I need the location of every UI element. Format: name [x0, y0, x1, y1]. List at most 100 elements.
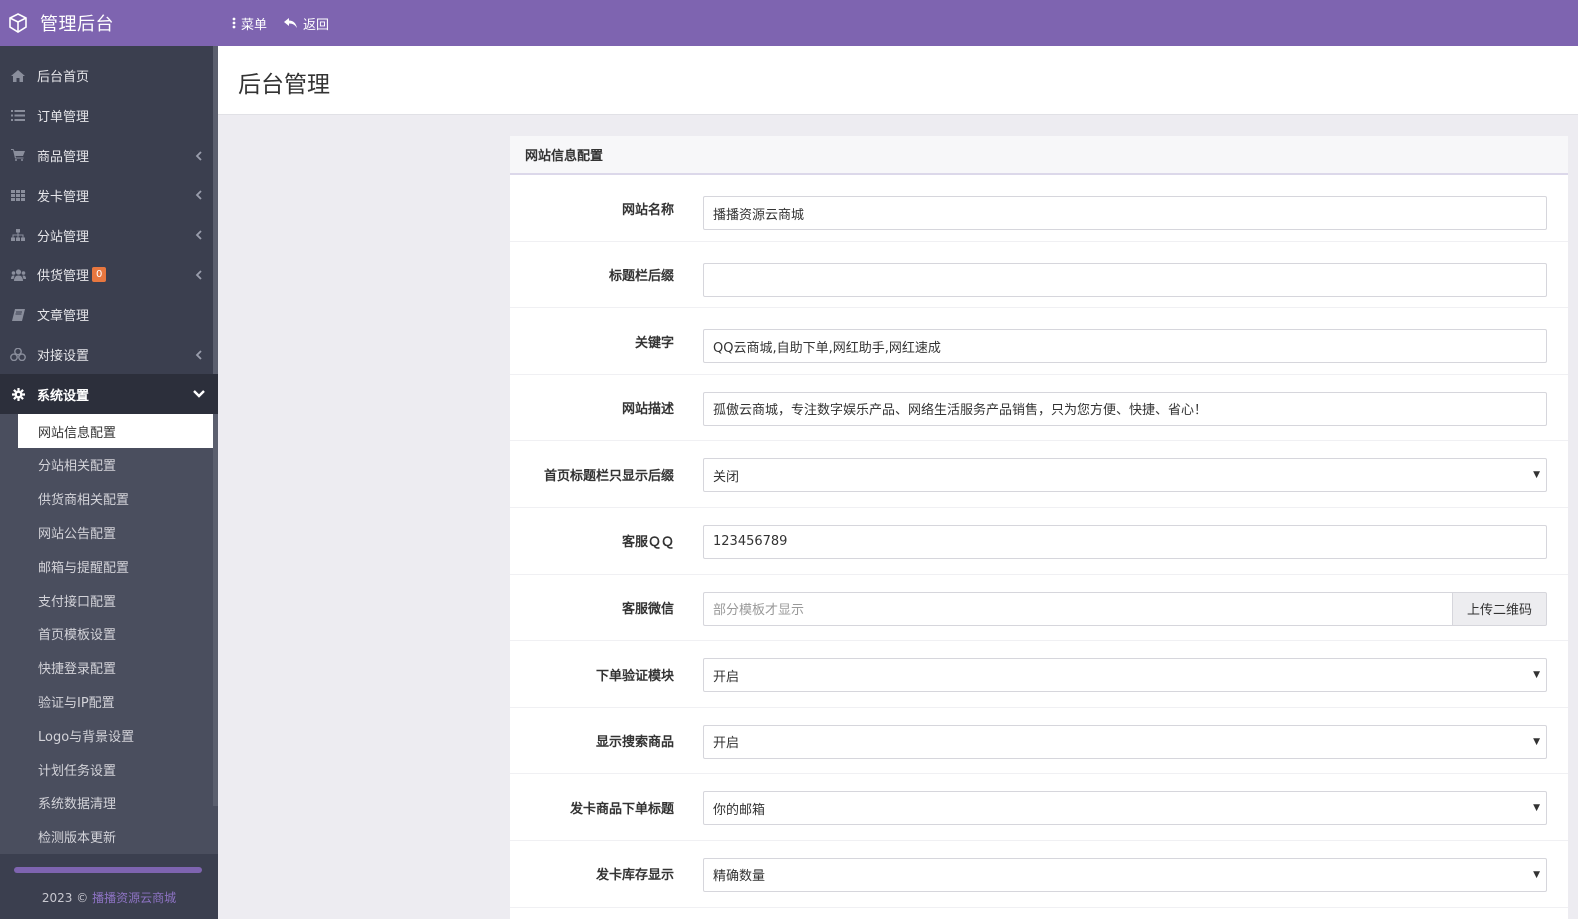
chevron-left-icon: [195, 150, 202, 161]
site-name-input[interactable]: 播播资源云商城: [703, 196, 1547, 230]
form-row-description: 网站描述 孤傲云商城，专注数字娱乐产品、网络生活服务产品销售，只为您方便、快捷、…: [510, 375, 1568, 442]
order-verify-selected: 开启: [713, 669, 740, 685]
gear-icon: [10, 386, 26, 402]
site-info-panel: 网站信息配置 网站名称 播播资源云商城 标题栏后缀 关键字 QQ云商城,自助下单…: [510, 136, 1568, 919]
upload-qrcode-button[interactable]: 上传二维码: [1452, 591, 1547, 626]
sidebar-item-system-settings[interactable]: 系统设置: [0, 374, 218, 415]
cubes-icon: [10, 346, 26, 362]
sidebar-item-supply[interactable]: 供货管理 0: [0, 255, 218, 295]
list-icon: [10, 108, 26, 124]
chevron-left-icon: [195, 270, 202, 280]
home-suffix-label: 首页标题栏只显示后缀: [543, 468, 674, 484]
submenu-substation-config[interactable]: 分站相关配置: [18, 448, 218, 482]
chevron-left-icon: [195, 230, 202, 240]
keywords-label: 关键字: [634, 335, 674, 351]
sidebar-item-label: 发卡管理: [37, 189, 90, 205]
sidebar-item-orders[interactable]: 订单管理: [0, 96, 218, 136]
panel-heading: 网站信息配置: [510, 136, 1568, 175]
caret-down-icon: ▼: [1533, 869, 1540, 880]
sidebar-item-label: 文章管理: [37, 309, 90, 325]
chevron-left-icon: [195, 349, 202, 360]
order-verify-select[interactable]: 开启 ▼: [703, 658, 1547, 693]
card-stock-display-select[interactable]: 精确数量 ▼: [703, 857, 1547, 892]
submenu-announcement-config[interactable]: 网站公告配置: [18, 516, 218, 550]
title-suffix-input[interactable]: [703, 262, 1547, 297]
menu-label: 菜单: [241, 17, 268, 33]
show-search-label: 显示搜索商品: [595, 735, 674, 751]
site-name-label: 网站名称: [621, 202, 674, 218]
form-row-card-order-title: 发卡商品下单标题 你的邮箱 ▼: [510, 774, 1568, 841]
order-verify-label: 下单验证模块: [595, 668, 674, 684]
card-order-title-selected: 你的邮箱: [713, 802, 766, 818]
card-order-title-select[interactable]: 你的邮箱 ▼: [703, 791, 1547, 826]
form-row-title-suffix: 标题栏后缀: [510, 242, 1568, 309]
submenu-verify-ip[interactable]: 验证与IP配置: [18, 685, 218, 719]
copyright: 2023 © 播播资源云商城: [0, 889, 218, 906]
submenu-logo-background[interactable]: Logo与背景设置: [18, 718, 218, 752]
sidebar-item-cards[interactable]: 发卡管理: [0, 175, 218, 215]
sidebar-item-label: 系统设置: [37, 388, 90, 404]
submenu-cron-tasks[interactable]: 计划任务设置: [18, 752, 218, 786]
sidebar: 后台首页 订单管理 商品管理 发卡管理 分站管理 供货管理 0 文章管理 对接设…: [0, 46, 218, 919]
cart-icon: [10, 147, 26, 163]
submenu-payment-config[interactable]: 支付接口配置: [18, 583, 218, 617]
page-title: 后台管理: [238, 72, 330, 98]
submenu-template-settings[interactable]: 首页模板设置: [18, 617, 218, 651]
form-row-service-qq: 客服ＱＱ 123456789: [510, 508, 1568, 575]
show-search-selected: 开启: [713, 736, 740, 752]
reply-icon: [284, 18, 298, 28]
system-settings-submenu: 网站信息配置 分站相关配置 供货商相关配置 网站公告配置 邮箱与提醒配置 支付接…: [0, 414, 218, 854]
submenu-supplier-config[interactable]: 供货商相关配置: [18, 482, 218, 516]
description-input[interactable]: 孤傲云商城，专注数字娱乐产品、网络生活服务产品销售，只为您方便、快捷、省心！: [703, 391, 1547, 426]
form-row-card-stock-display: 发卡库存显示 精确数量 ▼: [510, 841, 1568, 908]
form-row-order-verify: 下单验证模块 开启 ▼: [510, 641, 1568, 708]
submenu-check-update[interactable]: 检测版本更新: [18, 820, 218, 854]
form-row-home-suffix: 首页标题栏只显示后缀 关闭 ▼: [510, 441, 1568, 508]
brand[interactable]: 管理后台: [0, 0, 218, 46]
sidebar-item-label: 分站管理: [37, 229, 90, 245]
copyright-link[interactable]: 播播资源云商城: [92, 891, 176, 905]
home-suffix-select[interactable]: 关闭 ▼: [703, 458, 1547, 493]
submenu-site-info[interactable]: 网站信息配置: [18, 414, 218, 448]
page-header: 后台管理: [218, 46, 1578, 115]
description-label: 网站描述: [621, 402, 674, 418]
title-suffix-label: 标题栏后缀: [608, 269, 674, 285]
submenu-quick-login[interactable]: 快捷登录配置: [18, 651, 218, 685]
submenu-data-cleanup[interactable]: 系统数据清理: [18, 786, 218, 820]
sidebar-item-articles[interactable]: 文章管理: [0, 295, 218, 335]
sidebar-item-dashboard[interactable]: 后台首页: [0, 56, 218, 96]
menu-toggle-button[interactable]: 菜单: [232, 14, 267, 33]
home-icon: [10, 68, 26, 84]
sidebar-item-products[interactable]: 商品管理: [0, 136, 218, 176]
sidebar-item-label: 对接设置: [37, 348, 90, 364]
service-wechat-input[interactable]: 部分模板才显示: [703, 591, 1452, 626]
grid-icon: [10, 187, 26, 203]
sidebar-item-label: 供货管理: [37, 269, 90, 285]
form-row-show-search: 显示搜索商品 开启 ▼: [510, 708, 1568, 775]
caret-down-icon: ▼: [1533, 803, 1540, 814]
sidebar-item-integration[interactable]: 对接设置: [0, 335, 218, 375]
sidebar-footer: 2023 © 播播资源云商城: [0, 855, 218, 919]
home-suffix-selected: 关闭: [713, 469, 740, 485]
sidebar-item-label: 商品管理: [37, 149, 90, 165]
keywords-input[interactable]: QQ云商城,自助下单,网红助手,网红速成: [703, 329, 1547, 364]
app-title: 管理后台: [40, 14, 114, 35]
copyright-year: 2023 ©: [41, 891, 89, 905]
service-wechat-label: 客服微信: [621, 602, 674, 618]
cube-icon: [9, 13, 27, 33]
footer-accent-bar: [14, 867, 202, 873]
form-row-site-name: 网站名称 播播资源云商城: [510, 175, 1568, 242]
top-navbar: 管理后台 菜单 返回: [0, 0, 1578, 46]
form-row-service-wechat: 客服微信 部分模板才显示 上传二维码: [510, 575, 1568, 642]
service-qq-label: 客服ＱＱ: [621, 535, 674, 551]
show-search-select[interactable]: 开启 ▼: [703, 724, 1547, 759]
supply-count-badge: 0: [92, 267, 107, 283]
service-qq-input[interactable]: 123456789: [703, 524, 1547, 559]
sidebar-item-substations[interactable]: 分站管理: [0, 215, 218, 255]
vertical-ellipsis-icon: [232, 17, 236, 29]
submenu-email-config[interactable]: 邮箱与提醒配置: [18, 549, 218, 583]
back-button[interactable]: 返回: [283, 14, 329, 33]
caret-down-icon: ▼: [1533, 470, 1540, 481]
service-wechat-group: 部分模板才显示 上传二维码: [703, 591, 1547, 626]
chevron-down-icon: [193, 390, 205, 399]
